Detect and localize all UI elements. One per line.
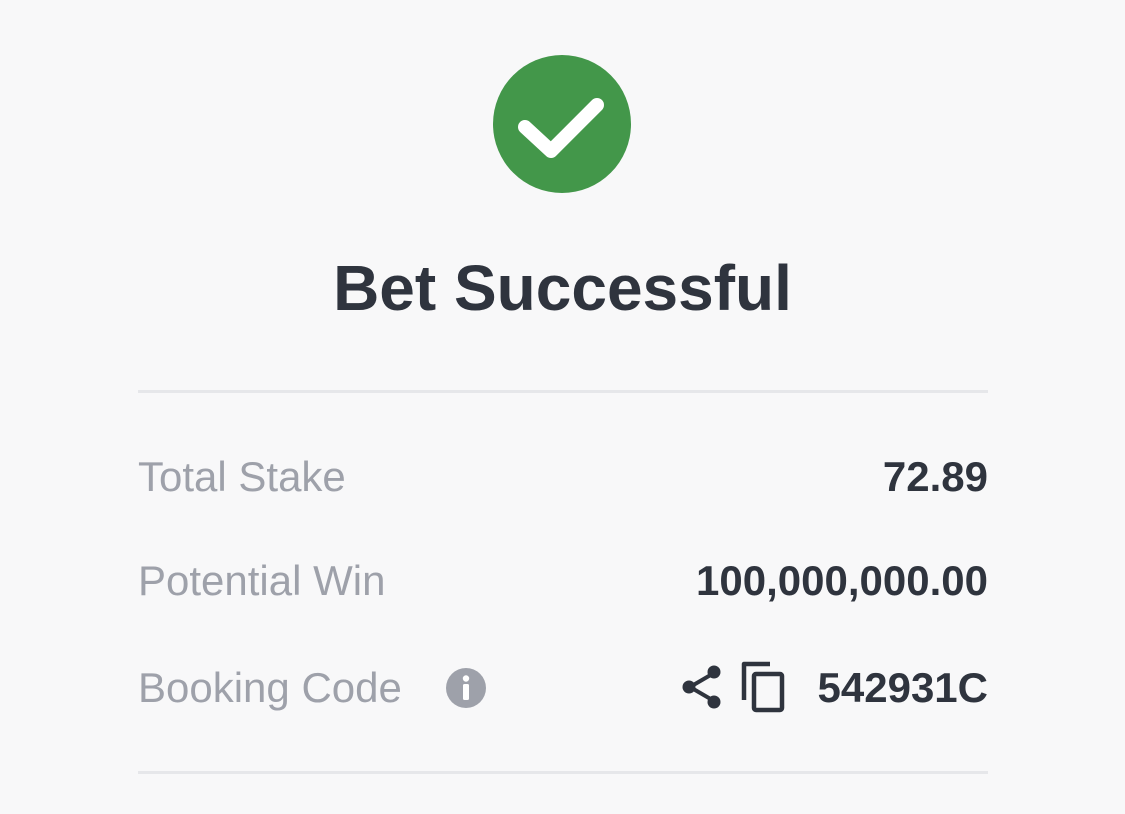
divider [138,771,988,774]
potential-win-value: 100,000,000.00 [696,557,988,604]
potential-win-label: Potential Win [138,557,386,604]
booking-code-label: Booking Code [138,664,402,711]
booking-code-value[interactable]: 542931C [818,658,988,718]
total-stake-label: Total Stake [138,453,346,500]
total-stake-value: 72.89 [882,453,988,500]
share-icon[interactable] [680,662,724,712]
divider [138,390,988,393]
success-checkmark-icon [493,55,631,193]
page-title: Bet Successful [333,252,792,324]
potential-win-row: Potential Win 100,000,000.00 [138,551,988,611]
bet-success-page: Bet Successful Total Stake 72.89 Potenti… [0,0,1125,814]
info-icon[interactable] [445,667,487,709]
copy-icon[interactable] [740,660,786,714]
total-stake-row: Total Stake 72.89 [138,447,988,507]
booking-code-row: Booking Code 542931C [138,658,988,718]
